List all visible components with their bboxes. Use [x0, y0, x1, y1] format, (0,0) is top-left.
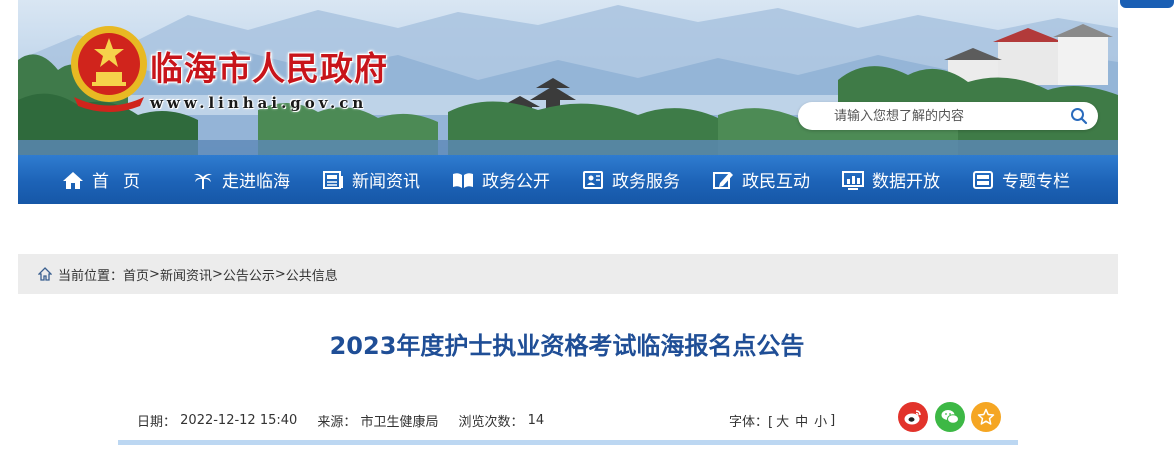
weibo-icon: [904, 410, 921, 425]
nav-label: 政务服务: [612, 172, 680, 192]
views-value: 14: [527, 412, 545, 428]
nav-label: 新闻资讯: [352, 172, 420, 192]
breadcrumb-home[interactable]: 首页: [123, 265, 149, 284]
national-emblem-icon: [71, 26, 147, 112]
date-value: 2022-12-12 15:40: [180, 412, 298, 428]
bar-chart-icon: [842, 169, 864, 191]
nav-item-gov-affairs[interactable]: 政务公开: [452, 155, 550, 204]
nav-item-gov-service[interactable]: 政务服务: [582, 155, 680, 204]
article-title: 2023年度护士执业资格考试临海报名点公告: [329, 332, 805, 360]
nav-label: 政务公开: [482, 172, 550, 192]
views-label: 浏览次数：: [458, 414, 524, 430]
breadcrumb-prefix: 当前位置：: [58, 268, 124, 284]
nav-item-interaction[interactable]: 政民互动: [712, 155, 810, 204]
font-size-medium[interactable]: 中: [795, 411, 808, 430]
corner-tab[interactable]: [1120, 0, 1174, 8]
site-title: 临海市人民政府: [150, 49, 388, 88]
content-divider: [118, 440, 1018, 445]
weibo-share-button[interactable]: [898, 402, 928, 432]
main-nav: 首页 走进临海 新闻资讯 政务公开 政务服务 政民互动 数据开放 专题专栏: [18, 155, 1118, 204]
article-meta: 日期： 2022-12-12 15:40 来源： 市卫生健康局 浏览次数： 14: [137, 410, 544, 430]
source-label: 来源：: [317, 414, 357, 430]
nav-label: 走进临海: [222, 172, 290, 192]
search-box: [798, 102, 1098, 130]
home-icon: [38, 267, 52, 281]
home-icon: [62, 169, 84, 191]
nav-item-news[interactable]: 新闻资讯: [322, 155, 420, 204]
breadcrumb-public-info[interactable]: 公共信息: [286, 265, 338, 284]
header-banner: 临海市人民政府 www.linhai.gov.cn: [18, 0, 1118, 155]
breadcrumb-news[interactable]: 新闻资讯: [160, 265, 212, 284]
service-icon: [582, 169, 604, 191]
breadcrumb: 当前位置： 首页 > 新闻资讯 > 公告公示 > 公共信息: [18, 254, 1118, 294]
open-book-icon: [452, 169, 474, 191]
nav-label: 数据开放: [872, 172, 940, 192]
wechat-icon: [941, 410, 959, 424]
favorite-button[interactable]: [971, 402, 1001, 432]
breadcrumb-separator: >: [149, 266, 160, 282]
search-input[interactable]: [798, 102, 1058, 130]
source-value: 市卫生健康局: [360, 414, 439, 430]
breadcrumb-separator: >: [211, 266, 223, 282]
palm-tree-icon: [192, 169, 214, 191]
nav-label: 政民互动: [742, 172, 810, 192]
wechat-share-button[interactable]: [935, 402, 965, 432]
search-icon[interactable]: [1070, 107, 1088, 125]
font-size-close: ]: [830, 412, 836, 428]
nav-label: 专题专栏: [1002, 172, 1070, 192]
font-size-label: 字体：[: [729, 414, 774, 430]
font-size-small[interactable]: 小: [814, 411, 827, 430]
breadcrumb-announcements[interactable]: 公告公示: [223, 265, 275, 284]
nav-item-visit-linhai[interactable]: 走进临海: [192, 155, 290, 204]
nav-item-open-data[interactable]: 数据开放: [842, 155, 940, 204]
breadcrumb-separator: >: [274, 266, 286, 282]
column-icon: [972, 169, 994, 191]
newspaper-icon: [322, 169, 344, 191]
edit-icon: [712, 169, 734, 191]
font-size-control: 字体：[ 大 中 小 ]: [729, 410, 835, 430]
site-url: www.linhai.gov.cn: [150, 94, 368, 112]
favorite-icon: [977, 408, 995, 425]
nav-label: 首页: [92, 172, 154, 192]
nav-item-home[interactable]: 首页: [62, 155, 154, 204]
date-label: 日期：: [137, 414, 177, 430]
font-size-large[interactable]: 大: [776, 411, 789, 430]
nav-item-special-topics[interactable]: 专题专栏: [972, 155, 1070, 204]
